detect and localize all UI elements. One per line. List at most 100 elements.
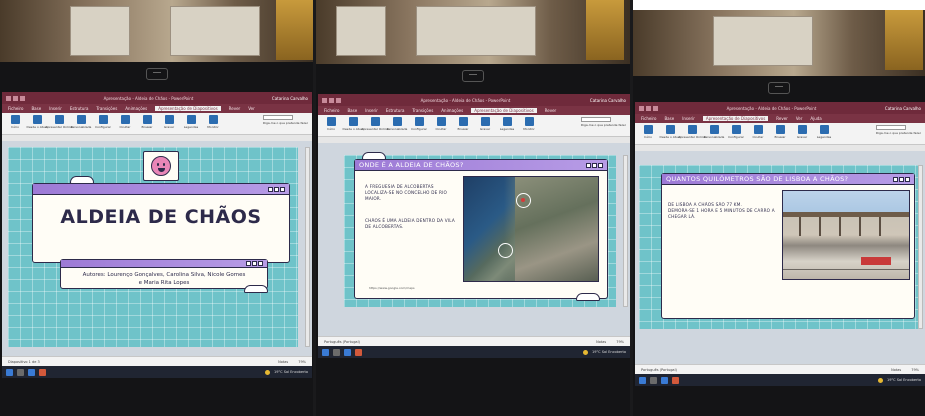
tab-insert[interactable]: Inserir <box>49 106 62 111</box>
slide-1[interactable]: ALDEIA DE CHÃOS Autores: Lourenço Gonçal… <box>8 147 298 347</box>
ribbon-button-start[interactable]: Início <box>639 125 657 139</box>
tab-view[interactable]: Ver <box>796 116 803 121</box>
search-label[interactable]: Diga-me o que pretende fazer <box>263 121 308 125</box>
powerpoint-icon[interactable] <box>672 376 679 384</box>
monitor-logo <box>768 82 790 94</box>
zoom-level[interactable]: 79% <box>298 360 306 364</box>
ribbon-button-start[interactable]: Início <box>6 115 24 129</box>
tab-view[interactable]: Ver <box>248 106 255 111</box>
powerpoint-icon[interactable] <box>355 348 362 356</box>
quick-access-toolbar[interactable] <box>639 105 658 111</box>
ribbon-button-online[interactable]: Apresentar Online <box>678 125 706 139</box>
sun-icon <box>877 377 883 383</box>
ribbon-button-monitor[interactable]: Monitor <box>204 115 222 129</box>
ribbon-button-setup[interactable]: Configurar <box>94 115 112 129</box>
ribbon-button-from-current[interactable]: Desde o Atual <box>660 125 680 139</box>
location-ring-icon <box>498 243 513 258</box>
tab-insert[interactable]: Inserir <box>682 116 695 121</box>
ribbon-button-hide[interactable]: Ocultar <box>749 125 767 139</box>
ribbon-button-from-current[interactable]: Desde o Atual <box>343 117 363 131</box>
powerpoint-icon[interactable] <box>39 368 46 376</box>
zoom-level[interactable]: 79% <box>616 340 624 344</box>
ribbon-button-hide[interactable]: Ocultar <box>432 117 450 131</box>
tab-animations[interactable]: Animações <box>125 106 147 111</box>
ribbon-button-online[interactable]: Apresentar Online <box>45 115 73 129</box>
ribbon-button-custom[interactable]: Personalizada <box>704 125 724 139</box>
tab-design[interactable]: Estrutura <box>70 106 89 111</box>
play-icon <box>643 125 653 134</box>
monitor-select[interactable] <box>875 125 906 130</box>
ribbon-button-monitor[interactable]: Monitor <box>520 117 538 131</box>
slide-2[interactable]: ONDE É A ALDEIA DE CHÃOS? A FREGUESIA DE… <box>344 152 616 307</box>
timer-icon <box>458 117 468 126</box>
monitor-select[interactable] <box>580 117 611 122</box>
ribbon-button-captions[interactable]: Legendas <box>498 117 516 131</box>
ribbon-button-start[interactable]: Início <box>322 117 340 131</box>
tab-home[interactable]: Base <box>31 106 41 111</box>
search-icon[interactable] <box>333 348 340 356</box>
tab-file[interactable]: Ficheiro <box>324 108 339 113</box>
ribbon-button-record[interactable]: Gravar <box>793 125 811 139</box>
tab-home[interactable]: Base <box>664 116 674 121</box>
quick-access-toolbar[interactable] <box>6 95 25 101</box>
ribbon-button-custom[interactable]: Personalizada <box>71 115 91 129</box>
tab-insert[interactable]: Inserir <box>365 108 378 113</box>
ribbon-button-rehearse[interactable]: Ensaiar <box>771 125 789 139</box>
vertical-scrollbar[interactable] <box>623 155 628 307</box>
notes-button[interactable]: Notas <box>596 340 606 344</box>
ribbon-button-custom[interactable]: Personalizada <box>387 117 407 131</box>
weather-widget[interactable]: 19°C Sol Encoberto <box>264 369 308 375</box>
windows-start-icon[interactable] <box>639 376 646 384</box>
tab-review[interactable]: Rever <box>229 106 241 111</box>
search-icon[interactable] <box>17 368 24 376</box>
zoom-level[interactable]: 79% <box>911 368 919 372</box>
weather-widget[interactable]: 19°C Sol Encoberto <box>582 349 626 355</box>
ribbon-button-online[interactable]: Apresentar Online <box>361 117 389 131</box>
tab-slideshow[interactable]: Apresentação de Diapositivos <box>702 116 769 121</box>
user-name[interactable]: Catarina Carvalho <box>885 106 921 111</box>
file-explorer-icon[interactable] <box>28 368 35 376</box>
slide-3[interactable]: QUANTOS QUILÓMETROS SÃO DE LISBOA A CHÃO… <box>639 165 923 329</box>
ribbon-button-setup[interactable]: Configurar <box>410 117 428 131</box>
ribbon-button-rehearse[interactable]: Ensaiar <box>454 117 472 131</box>
quick-access-toolbar[interactable] <box>322 97 341 103</box>
close-icon <box>258 261 263 266</box>
windows-start-icon[interactable] <box>6 368 13 376</box>
search-label[interactable]: Diga-me o que pretende fazer <box>581 123 626 127</box>
tab-slideshow[interactable]: Apresentação de Diapositivos <box>471 108 537 113</box>
file-explorer-icon[interactable] <box>661 376 668 384</box>
ribbon-button-captions[interactable]: Legendas <box>182 115 200 129</box>
notes-button[interactable]: Notas <box>891 368 901 372</box>
ribbon-button-from-current[interactable]: Desde o Atual <box>27 115 47 129</box>
tab-animations[interactable]: Animações <box>441 108 463 113</box>
tab-review[interactable]: Rever <box>776 116 788 121</box>
vertical-scrollbar[interactable] <box>918 165 923 329</box>
tab-review[interactable]: Rever <box>545 108 557 113</box>
monitor-select[interactable] <box>262 115 293 120</box>
vertical-scrollbar[interactable] <box>305 147 310 347</box>
ribbon-button-captions[interactable]: Legendas <box>815 125 833 139</box>
user-name[interactable]: Catarina Carvalho <box>272 96 308 101</box>
file-explorer-icon[interactable] <box>344 348 351 356</box>
tab-slideshow[interactable]: Apresentação de Diapositivos <box>155 106 221 111</box>
ribbon-button-setup[interactable]: Configurar <box>727 125 745 139</box>
tab-file[interactable]: Ficheiro <box>8 106 23 111</box>
document-title: Apresentação - Aldeia de Chãos - PowerPo… <box>420 97 511 103</box>
tab-home[interactable]: Base <box>347 108 357 113</box>
tab-design[interactable]: Estrutura <box>386 108 405 113</box>
ribbon-button-record[interactable]: Gravar <box>476 117 494 131</box>
tab-file[interactable]: Ficheiro <box>641 116 656 121</box>
search-icon[interactable] <box>650 376 657 384</box>
tab-transitions[interactable]: Transições <box>96 106 117 111</box>
search-label[interactable]: Diga-me o que pretende fazer <box>876 131 921 135</box>
tab-transitions[interactable]: Transições <box>412 108 433 113</box>
user-name[interactable]: Catarina Carvalho <box>590 98 626 103</box>
ribbon-button-hide[interactable]: Ocultar <box>116 115 134 129</box>
monitor-bezel: Apresentação - Aldeia de Chãos - PowerPo… <box>0 62 313 416</box>
ribbon-button-rehearse[interactable]: Ensaiar <box>138 115 156 129</box>
ribbon-button-record[interactable]: Gravar <box>160 115 178 129</box>
weather-widget[interactable]: 19°C Sol Encoberto <box>877 377 921 383</box>
notes-button[interactable]: Notas <box>278 360 288 364</box>
tab-help[interactable]: Ajuda <box>810 116 821 121</box>
windows-start-icon[interactable] <box>322 348 329 356</box>
